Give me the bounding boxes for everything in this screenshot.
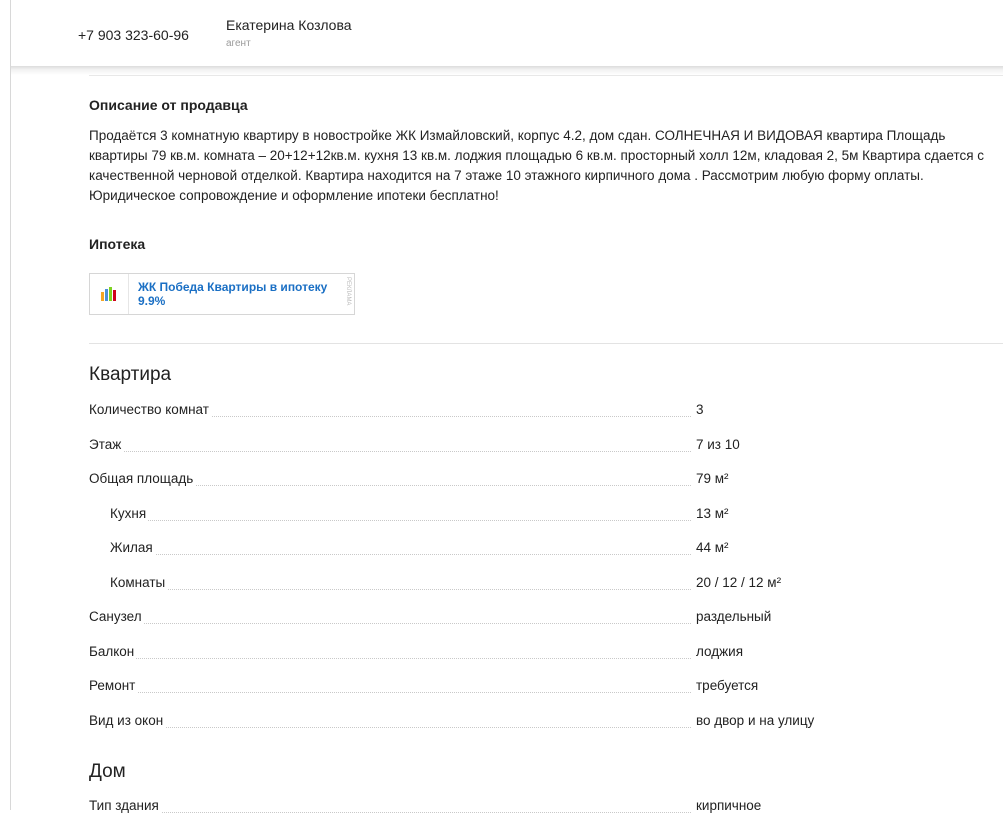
param-row: Балкон лоджия xyxy=(89,643,1003,664)
param-row: Жилая 44 м² xyxy=(89,540,1003,560)
param-label: Жилая xyxy=(110,540,155,555)
dot-leader xyxy=(110,519,691,521)
param-value: во двор и на улицу xyxy=(696,712,815,728)
phone-number[interactable]: +7 903 323-60-96 xyxy=(78,27,189,43)
house-section-title: Дом xyxy=(89,761,126,782)
param-value: 79 м² xyxy=(696,471,729,486)
param-row: Тип здания кирпичное xyxy=(89,798,1003,818)
param-value: требуется xyxy=(696,678,759,693)
param-label: Комнаты xyxy=(110,574,168,590)
param-label: Этаж xyxy=(89,436,124,452)
dot-leader xyxy=(89,692,691,693)
page-left-border xyxy=(10,0,11,810)
divider xyxy=(89,75,1003,76)
param-value: 7 из 10 xyxy=(696,436,740,452)
dot-leader xyxy=(89,450,691,452)
param-row: Этаж 7 из 10 xyxy=(89,436,1003,457)
param-value: 3 xyxy=(696,402,704,417)
ad-label: РЕКЛАМА xyxy=(345,277,351,306)
apartment-section-title: Квартира xyxy=(89,364,172,385)
bank-logo-icon xyxy=(90,274,129,314)
param-label: Балкон xyxy=(89,643,137,659)
param-value: 44 м² xyxy=(696,540,729,555)
dot-leader xyxy=(110,554,691,555)
param-label: Общая площадь xyxy=(89,471,196,486)
param-label: Вид из окон xyxy=(89,712,166,728)
param-row: Ремонт требуется xyxy=(89,678,1003,698)
param-row: Санузел раздельный xyxy=(89,609,1003,629)
param-row: Общая площадь 79 м² xyxy=(89,471,1003,491)
dot-leader xyxy=(110,588,691,590)
description-text: Продаётся 3 комнатную квартиру в новостр… xyxy=(89,128,985,203)
mortgage-ad-link[interactable]: ЖК Победа Квартиры в ипотеку 9.9% xyxy=(138,280,328,308)
section-divider xyxy=(89,343,1003,344)
param-row: Количество комнат 3 xyxy=(89,402,1003,422)
param-label: Ремонт xyxy=(89,678,138,693)
param-value: 13 м² xyxy=(696,505,729,521)
param-value: лоджия xyxy=(696,643,743,659)
header-shadow xyxy=(11,66,1003,75)
dot-leader xyxy=(89,623,691,624)
dot-leader xyxy=(89,657,691,659)
param-label: Количество комнат xyxy=(89,402,211,417)
mortgage-title: Ипотека xyxy=(89,236,146,252)
param-row: Комнаты 20 / 12 / 12 м² xyxy=(89,574,1003,595)
agent-name[interactable]: Екатерина Козлова xyxy=(226,17,352,33)
description-title: Описание от продавца xyxy=(89,97,248,113)
param-value: кирпичное xyxy=(696,798,762,813)
dot-leader xyxy=(89,812,691,813)
dot-leader xyxy=(89,726,691,728)
param-label: Тип здания xyxy=(89,798,161,813)
param-row: Кухня 13 м² xyxy=(89,505,1003,526)
param-label: Кухня xyxy=(110,505,149,521)
param-value: раздельный xyxy=(696,609,772,624)
mortgage-ad-card[interactable]: ЖК Победа Квартиры в ипотеку 9.9% РЕКЛАМ… xyxy=(89,273,355,315)
param-row: Вид из окон во двор и на улицу xyxy=(89,712,1003,733)
agent-role: агент xyxy=(226,38,251,49)
param-value: 20 / 12 / 12 м² xyxy=(696,574,782,590)
param-label: Санузел xyxy=(89,609,144,624)
